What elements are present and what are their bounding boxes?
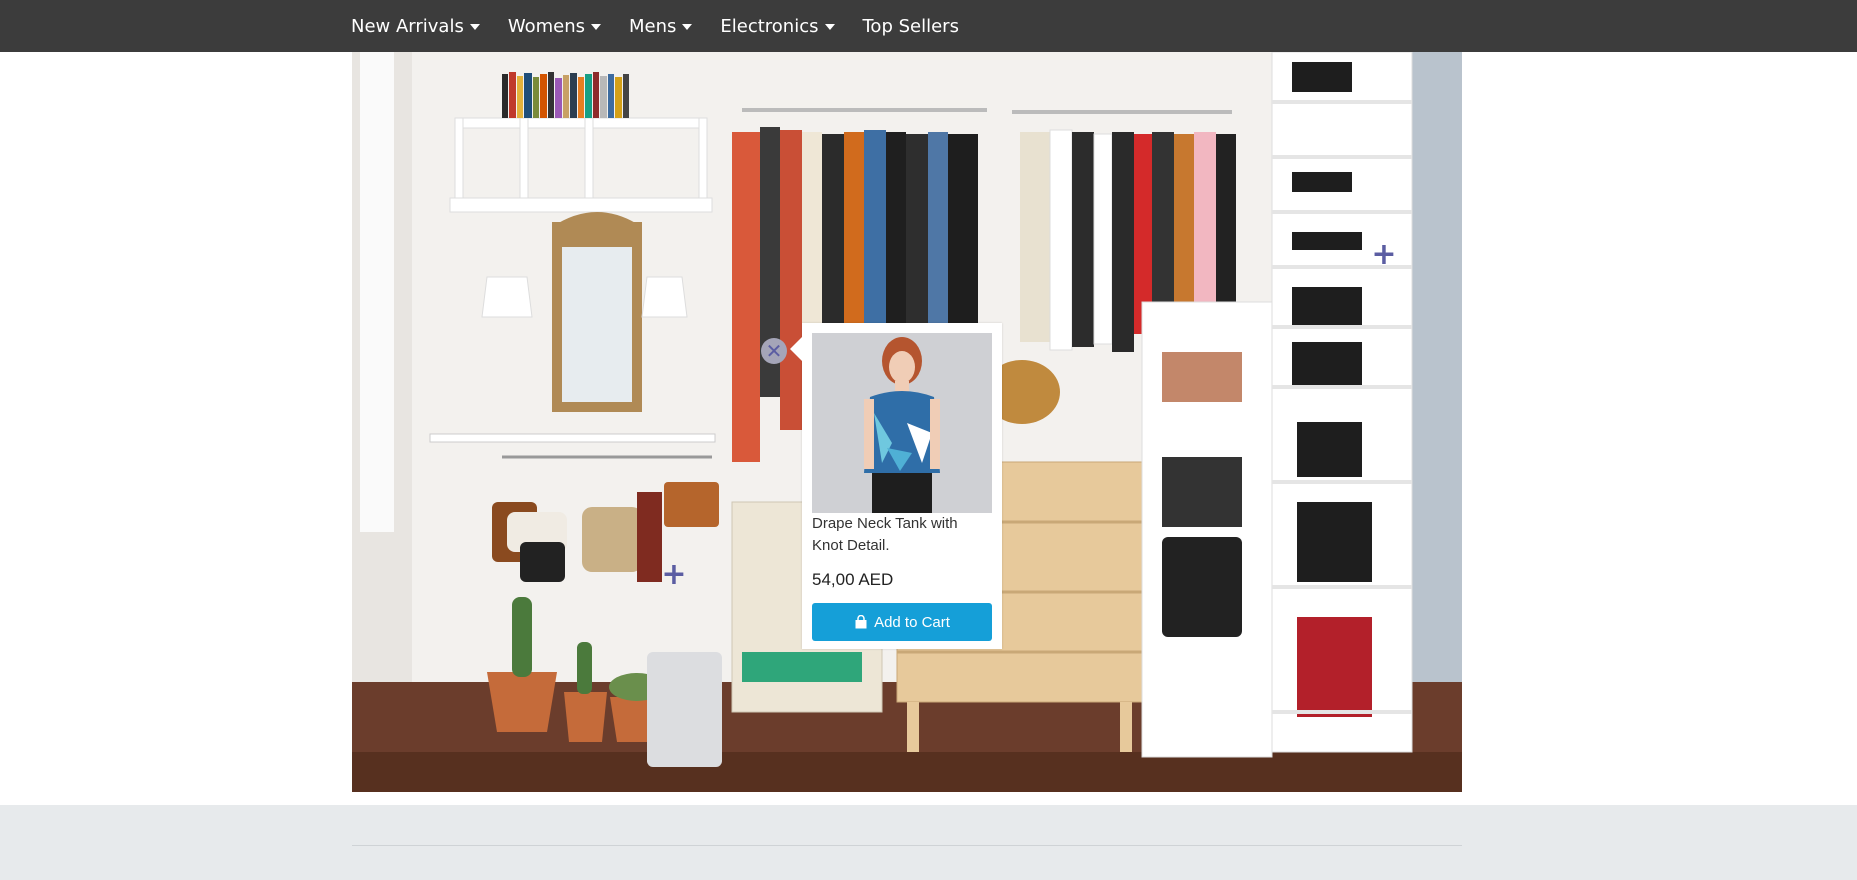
- nav-item-label: New Arrivals: [351, 15, 464, 37]
- plus-icon[interactable]: +: [661, 560, 687, 590]
- product-photo: [812, 333, 992, 513]
- product-name[interactable]: Drape Neck Tank with Knot Detail.: [812, 513, 992, 557]
- nav-item-label: Top Sellers: [862, 15, 959, 37]
- nav-item-top-sellers[interactable]: Top Sellers: [863, 16, 959, 37]
- shopping-bag-icon: [855, 615, 867, 629]
- plus-icon[interactable]: +: [1371, 240, 1397, 270]
- nav-item-new-arrivals[interactable]: New Arrivals: [351, 16, 480, 37]
- top-navbar: New Arrivals Womens Mens Electronics Top…: [0, 0, 1857, 52]
- caret-down-icon: [824, 24, 835, 30]
- nav-item-womens[interactable]: Womens: [508, 16, 601, 37]
- popup-arrow: [790, 337, 802, 361]
- product-image[interactable]: [812, 333, 992, 513]
- footer: [0, 805, 1857, 880]
- nav-item-label: Mens: [629, 15, 677, 37]
- caret-down-icon: [469, 24, 480, 30]
- product-popup: Drape Neck Tank with Knot Detail. 54,00 …: [790, 323, 1002, 649]
- add-to-cart-button[interactable]: Add to Cart: [812, 603, 992, 641]
- footer-divider: [352, 845, 1462, 846]
- caret-down-icon: [682, 24, 693, 30]
- caret-down-icon: [591, 24, 601, 30]
- nav-item-label: Electronics: [720, 15, 819, 37]
- add-to-cart-label: Add to Cart: [874, 613, 950, 631]
- nav-item-electronics[interactable]: Electronics: [720, 15, 835, 37]
- product-price: 54,00 AED: [812, 570, 894, 589]
- nav-item-mens[interactable]: Mens: [629, 15, 693, 37]
- close-icon[interactable]: ✕: [761, 338, 787, 364]
- nav-menu: New Arrivals Womens Mens Electronics Top…: [351, 0, 987, 52]
- nav-item-label: Womens: [507, 15, 585, 37]
